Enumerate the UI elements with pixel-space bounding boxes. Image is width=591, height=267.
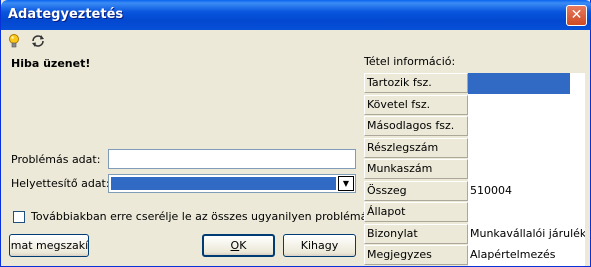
skip-button[interactable]: Kihagy: [283, 234, 356, 257]
grid-row[interactable]: Munkaszám: [364, 159, 585, 181]
item-info-title: Tétel információ:: [364, 55, 456, 68]
replacement-data-select[interactable]: ▼: [108, 174, 356, 193]
title-bar[interactable]: Adategyeztetés ✕: [1, 0, 591, 30]
replacement-data-label: Helyettesítő adat:: [11, 177, 110, 190]
grid-key: Munkaszám: [364, 159, 468, 179]
grid-key: Megjegyzes: [364, 245, 468, 265]
grid-value[interactable]: [468, 202, 585, 223]
grid-key: Állapot: [364, 202, 468, 222]
grid-row[interactable]: Állapot: [364, 202, 585, 224]
ok-button[interactable]: OK: [202, 234, 275, 257]
item-info-grid: Tartozik fsz. Követel fsz. Másodlagos fs…: [364, 73, 585, 267]
grid-key: Összeg: [364, 180, 468, 201]
grid-row[interactable]: Bizonylat Munkavállalói járulék,: [364, 223, 585, 246]
problem-data-label: Problémás adat:: [11, 153, 101, 166]
grid-row[interactable]: Részlegszám: [364, 137, 585, 160]
dropdown-button[interactable]: ▼: [338, 176, 354, 191]
close-icon: ✕: [570, 7, 583, 23]
grid-key: Bizonylat: [364, 223, 468, 244]
grid-value[interactable]: 510004: [468, 180, 585, 202]
grid-value[interactable]: [468, 159, 585, 180]
problem-data-field[interactable]: [108, 149, 356, 169]
error-heading: Hiba üzenet!: [11, 57, 91, 70]
grid-key: Részlegszám: [364, 137, 468, 158]
grid-value[interactable]: [468, 73, 570, 94]
skip-button-label: Kihagy: [300, 239, 339, 252]
grid-value[interactable]: [468, 116, 585, 137]
chevron-down-icon: ▼: [342, 179, 350, 188]
abort-button-label: amat megszakí: [9, 239, 89, 252]
ok-accelerator: O: [230, 239, 240, 252]
lightbulb-icon[interactable]: [6, 33, 22, 49]
grid-value[interactable]: Alapértelmezés: [468, 245, 585, 266]
grid-value[interactable]: [468, 137, 585, 159]
grid-row[interactable]: Követel fsz.: [364, 94, 585, 117]
dialog-window: Adategyeztetés ✕ Hiba üzenet! Problémás …: [0, 0, 591, 267]
replacement-selected-value: [111, 177, 336, 190]
grid-row[interactable]: Megjegyzes Alapértelmezés: [364, 245, 585, 267]
close-button[interactable]: ✕: [566, 5, 587, 26]
grid-key: Tartozik fsz.: [364, 73, 468, 93]
grid-row[interactable]: Másodlagos fsz.: [364, 116, 585, 138]
grid-value[interactable]: [468, 94, 585, 116]
window-title: Adategyeztetés: [8, 7, 124, 22]
refresh-icon[interactable]: [30, 33, 46, 49]
grid-row[interactable]: Tartozik fsz.: [364, 73, 585, 95]
ok-button-label-rest: K: [239, 239, 247, 252]
grid-key: Követel fsz.: [364, 94, 468, 115]
grid-row[interactable]: Összeg 510004: [364, 180, 585, 203]
grid-value[interactable]: Munkavállalói járulék,: [468, 223, 585, 245]
grid-key: Másodlagos fsz.: [364, 116, 468, 136]
abort-button[interactable]: amat megszakí: [9, 234, 89, 257]
replace-all-label[interactable]: Továbbiakban erre cserélje le az összes …: [31, 210, 406, 223]
replace-all-checkbox[interactable]: [13, 211, 25, 223]
